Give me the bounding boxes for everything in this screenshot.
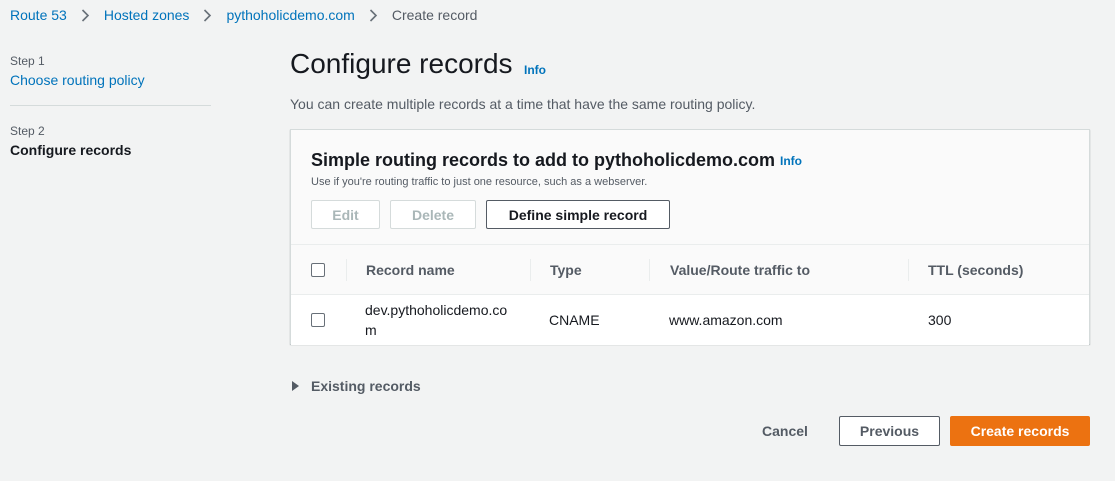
column-divider bbox=[346, 259, 347, 281]
previous-button[interactable]: Previous bbox=[839, 416, 940, 446]
table-header-row: Record name Type Value/Route traffic to … bbox=[291, 245, 1089, 295]
header-type: Type bbox=[550, 261, 582, 278]
existing-records-label: Existing records bbox=[311, 378, 421, 394]
step-2-number: Step 2 bbox=[10, 124, 45, 138]
table-row[interactable]: dev.pythoholicdemo.com CNAME www.amazon.… bbox=[291, 295, 1089, 345]
row-checkbox[interactable] bbox=[311, 313, 325, 327]
panel-title: Simple routing records to add to pythoho… bbox=[311, 150, 776, 170]
header-record-name: Record name bbox=[366, 261, 455, 278]
step-1-link[interactable]: Choose routing policy bbox=[10, 72, 211, 88]
column-divider bbox=[908, 259, 909, 281]
breadcrumb-current: Create record bbox=[391, 7, 478, 23]
breadcrumb: Route 53 Hosted zones pythoholicdemo.com… bbox=[10, 6, 477, 24]
breadcrumb-route53[interactable]: Route 53 bbox=[10, 7, 67, 23]
page-info-link[interactable]: Info bbox=[524, 63, 546, 77]
records-table: Record name Type Value/Route traffic to … bbox=[291, 244, 1089, 345]
column-divider bbox=[649, 259, 650, 281]
create-records-button[interactable]: Create records bbox=[950, 416, 1090, 446]
cell-type: CNAME bbox=[549, 312, 600, 328]
header-ttl: TTL (seconds) bbox=[928, 261, 1024, 278]
page-title: Configure records bbox=[290, 48, 513, 79]
records-panel: Simple routing records to add to pythoho… bbox=[290, 129, 1090, 345]
header-value: Value/Route traffic to bbox=[670, 261, 811, 278]
breadcrumb-hosted-zone[interactable]: pythoholicdemo.com bbox=[226, 7, 354, 23]
delete-button[interactable]: Delete bbox=[390, 200, 476, 229]
panel-header: Simple routing records to add to pythoho… bbox=[291, 130, 1089, 244]
chevron-right-icon bbox=[369, 8, 378, 22]
chevron-right-icon bbox=[203, 8, 212, 22]
breadcrumb-hosted-zones[interactable]: Hosted zones bbox=[104, 7, 190, 23]
column-divider bbox=[530, 259, 531, 281]
step-2-current: Configure records bbox=[10, 142, 132, 158]
panel-info-link[interactable]: Info bbox=[780, 154, 802, 168]
wizard-steps: Step 1 Choose routing policy Step 2 Conf… bbox=[10, 54, 211, 158]
select-all-checkbox[interactable] bbox=[311, 263, 325, 277]
chevron-right-icon bbox=[81, 8, 90, 22]
define-simple-record-button[interactable]: Define simple record bbox=[486, 200, 670, 229]
cell-value: www.amazon.com bbox=[669, 312, 783, 328]
record-name-value: dev.pythoholicdemo.com bbox=[365, 302, 508, 338]
step-divider bbox=[10, 105, 211, 106]
existing-records-toggle[interactable]: Existing records bbox=[292, 378, 421, 394]
page-description: You can create multiple records at a tim… bbox=[290, 96, 756, 112]
caret-right-icon bbox=[292, 381, 299, 391]
cell-ttl: 300 bbox=[928, 312, 952, 328]
edit-button[interactable]: Edit bbox=[311, 200, 380, 229]
step-1-number: Step 1 bbox=[10, 54, 45, 68]
cancel-button[interactable]: Cancel bbox=[745, 416, 825, 446]
panel-description: Use if you're routing traffic to just on… bbox=[311, 176, 648, 188]
cell-record-name: dev.pythoholicdemo.com bbox=[365, 295, 515, 345]
